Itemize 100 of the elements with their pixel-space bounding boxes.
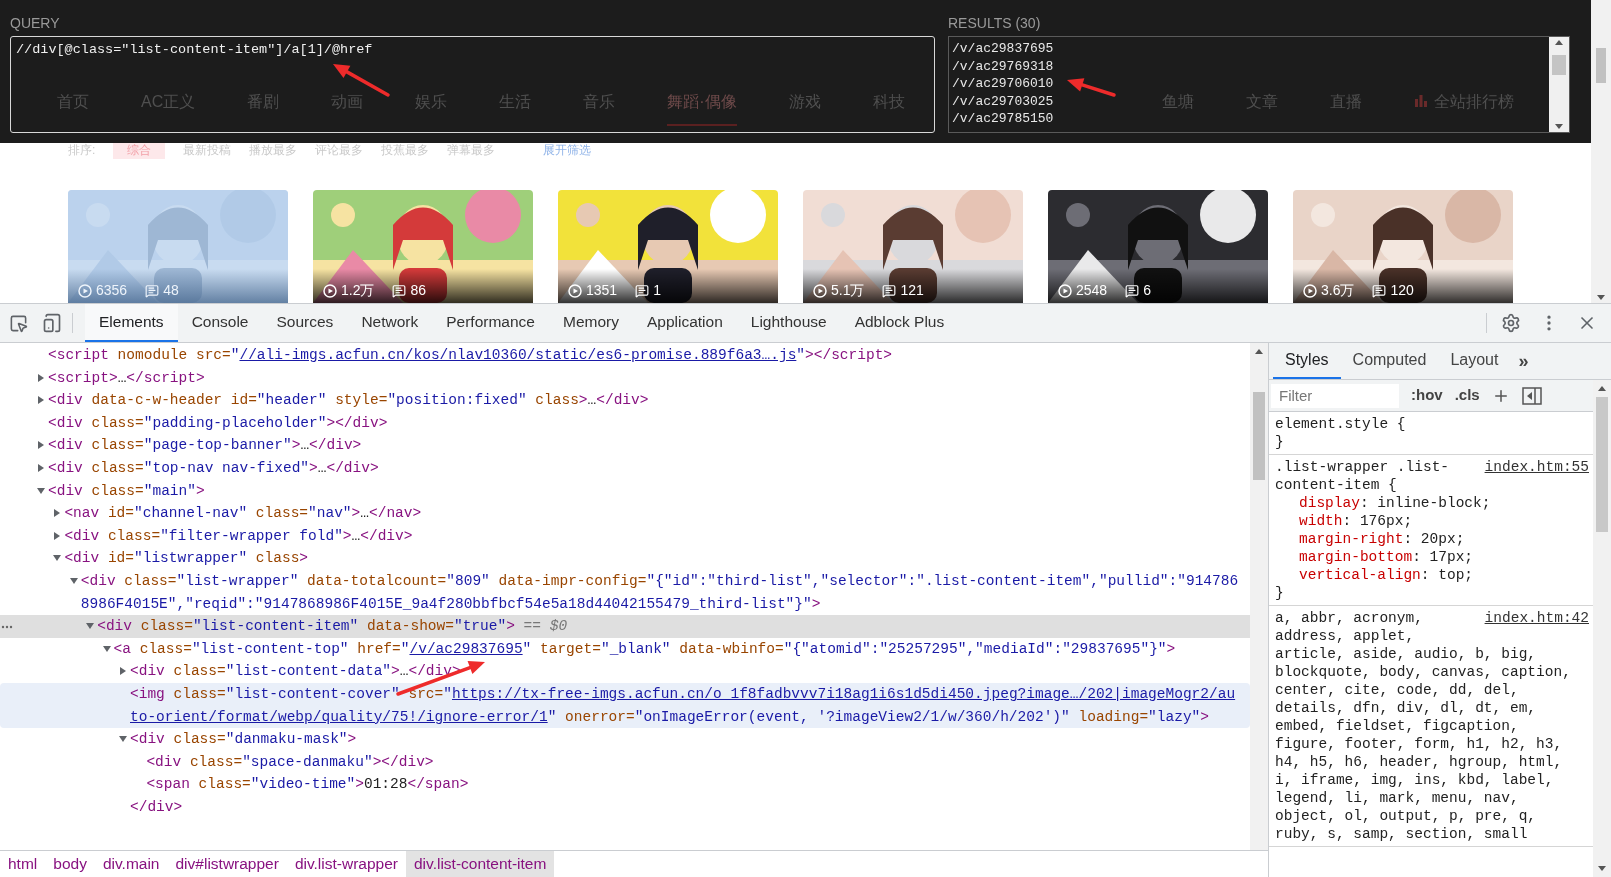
breadcrumb[interactable]: div.list-wrapper	[286, 851, 406, 877]
devtools-tab[interactable]: Network	[347, 304, 433, 342]
triangle-right-icon[interactable]	[36, 372, 46, 383]
styles-tab[interactable]: Computed	[1340, 343, 1439, 379]
play-icon	[1058, 283, 1072, 298]
scrollbar-thumb[interactable]	[1552, 54, 1566, 75]
css-selector-line: embed, fieldset, figcaption,	[1275, 717, 1519, 735]
device-toolbar-icon[interactable]	[42, 313, 62, 333]
scroll-up-icon[interactable]	[1598, 386, 1606, 391]
breadcrumb[interactable]: div#listwrapper	[167, 851, 287, 877]
devtools-tab[interactable]: Lighthouse	[736, 304, 841, 342]
result-item[interactable]: /v/ac29837695	[952, 40, 1054, 58]
css-declaration[interactable]: display: inline-block;	[1275, 494, 1589, 512]
video-card[interactable]: 5.1万 121	[803, 190, 1023, 303]
devtools-tab[interactable]: Elements	[85, 304, 178, 342]
scrollbar-thumb[interactable]	[1596, 48, 1606, 83]
devtools-tab[interactable]: Performance	[432, 304, 549, 342]
video-card[interactable]: 1.2万 86	[313, 190, 533, 303]
source-link[interactable]: index.htm:55	[1484, 458, 1589, 476]
scroll-up-icon[interactable]	[1255, 349, 1263, 354]
css-declaration[interactable]: margin-right: 20px;	[1275, 530, 1589, 548]
comment-icon	[635, 283, 650, 298]
query-label: QUERY	[10, 14, 61, 32]
selected-dom-row[interactable]: <div class="list-content-item" data-show="true"> == $0	[0, 615, 1250, 638]
result-item[interactable]: /v/ac29769318	[952, 57, 1054, 76]
breadcrumb[interactable]: html	[0, 851, 46, 877]
result-item[interactable]: /v/ac29785150	[952, 110, 1054, 128]
css-selector-line: center, cite, code, dd, del,	[1275, 681, 1519, 699]
cls-button[interactable]: .cls	[1454, 384, 1480, 407]
dom-node-text[interactable]: <div class="top-nav nav-fixed">…</div>	[48, 456, 379, 480]
devtools-tab[interactable]: Adblock Plus	[840, 304, 959, 342]
dom-node-text[interactable]: <a class="list-content-top" href="/v/ac29837695" target="_blank" data-wbinfo="{"atomid":"25257295","mediaId":"29837695"}">	[113, 637, 1176, 661]
triangle-right-icon[interactable]	[36, 462, 46, 473]
triangle-right-icon[interactable]	[118, 666, 128, 677]
dom-node-text[interactable]: <div class="list-content-item" data-show="true"> == $0	[97, 615, 568, 638]
devtools-tab[interactable]: Application	[632, 304, 737, 342]
video-card[interactable]: 1351 1	[558, 190, 778, 303]
css-declaration[interactable]: margin-bottom: 17px;	[1275, 548, 1589, 566]
triangle-down-icon[interactable]	[68, 575, 79, 586]
scroll-up-icon[interactable]	[1555, 40, 1563, 45]
closing-brace: }	[1275, 433, 1285, 451]
source-link[interactable]: index.htm:42	[1484, 609, 1589, 627]
dom-node-text[interactable]: <div class="list-wrapper" data-totalcount="809" data-impr-config="{"id":"third-list","selector":".list-content-item","pullid":"9147868986F4015E","reqid":"9147868986F4015E_9a4f280bbfbcf54e5a18d44042155479_third-list"}">	[80, 569, 1242, 616]
result-item[interactable]: /v/ac29703025	[952, 92, 1054, 111]
breadcrumb[interactable]: div.list-content-item	[405, 851, 555, 877]
scroll-down-icon[interactable]	[1598, 866, 1606, 871]
video-card[interactable]: 3.6万 120	[1293, 190, 1513, 303]
filter-field[interactable]: Filter	[1271, 383, 1399, 408]
dom-node-text[interactable]: <div class="danmaku-mask">	[130, 728, 357, 751]
comment-icon	[1372, 283, 1387, 298]
dom-node-text[interactable]: <div class="filter-wrapper fold">…</div>	[64, 524, 413, 548]
scrollbar-thumb[interactable]	[1596, 397, 1608, 532]
devtools-tab[interactable]: Sources	[262, 304, 348, 342]
dom-node-text[interactable]: <div id="listwrapper" class>	[64, 547, 309, 570]
scrollbar[interactable]	[1549, 37, 1569, 132]
dom-node-text[interactable]: <div class="page-top-banner">…</div>	[48, 434, 362, 457]
page-scrollbar[interactable]	[1591, 0, 1611, 303]
breadcrumb[interactable]: body	[45, 851, 95, 877]
css-declaration[interactable]: vertical-align: top;	[1275, 566, 1589, 584]
breadcrumb[interactable]: div.main	[94, 851, 168, 877]
more-tabs-button[interactable]: »	[1510, 343, 1537, 379]
sidebar-toggle-icon[interactable]	[1521, 386, 1542, 405]
comment-icon	[392, 283, 407, 298]
triangle-down-icon[interactable]	[101, 643, 112, 654]
more-dots-icon[interactable]	[1, 625, 13, 630]
triangle-right-icon[interactable]	[36, 440, 46, 451]
dom-node-text[interactable]: <img class="list-content-cover" src="https://tx-free-imgs.acfun.cn/o_1f8fadbvvv7i18ag1i6s1d5di450.jpeg?image…/202|imageMogr2/auto-orient/format/webp/quality/75!/ignore-error/1" onerror="onImageError(event, '?imageView2/1/w/360/h/202')" loading="lazy">	[130, 682, 1242, 729]
hov-button[interactable]: :hov	[1411, 384, 1443, 407]
scrollbar[interactable]	[1593, 380, 1611, 877]
dom-node-text[interactable]: <div class="space-danmaku"></div>	[146, 750, 434, 774]
dom-node-text[interactable]: <div data-c-w-header id="header" style="position:fixed" class>…</div>	[48, 389, 649, 412]
devtools-tab[interactable]: Console	[177, 304, 263, 342]
result-item[interactable]: /v/ac29706010	[952, 75, 1054, 93]
dom-node-text[interactable]: <span class="video-time">01:28</span>	[146, 773, 469, 796]
scrollbar-thumb[interactable]	[1253, 392, 1265, 480]
scrollbar[interactable]	[1250, 343, 1268, 850]
css-declaration[interactable]: width: 176px;	[1275, 512, 1589, 530]
dom-node-text[interactable]: <div class="main">	[48, 479, 205, 503]
comment-icon	[882, 283, 897, 298]
devtools-tab[interactable]: Memory	[548, 304, 633, 342]
css-selector-line: a, abbr, acronym,	[1275, 609, 1423, 627]
settings-icon[interactable]	[1501, 313, 1521, 333]
dom-node-text[interactable]: <div class="padding-placeholder"></div>	[48, 411, 388, 435]
comment-count: 6	[1143, 281, 1151, 300]
dom-node-text[interactable]: <nav id="channel-nav" class="nav">…</nav>	[64, 502, 422, 525]
dom-node-text[interactable]: <script>…</script>	[48, 366, 205, 390]
comment-count: 121	[900, 281, 924, 300]
css-selector-line: ruby, s, samp, section, small	[1275, 825, 1528, 843]
scroll-down-icon[interactable]	[1597, 295, 1605, 300]
dom-node-text[interactable]: <script nomodule src="//ali-imgs.acfun.cn/kos/nlav10360/static/es6-promise.889f6a3….js"></script>	[48, 344, 893, 367]
dom-node-text[interactable]: </div>	[130, 795, 183, 819]
css-selector-line: address, applet,	[1275, 627, 1415, 645]
styles-tab[interactable]: Layout	[1438, 343, 1511, 379]
scroll-down-icon[interactable]	[1555, 124, 1563, 129]
triangle-down-icon[interactable]	[36, 485, 46, 496]
css-selector-line: legend, li, mark, menu, nav,	[1275, 789, 1519, 807]
triangle-right-icon[interactable]	[36, 395, 46, 406]
video-card[interactable]: 2548 6	[1048, 190, 1268, 303]
inspect-icon[interactable]	[9, 313, 28, 333]
play-icon	[813, 283, 827, 298]
